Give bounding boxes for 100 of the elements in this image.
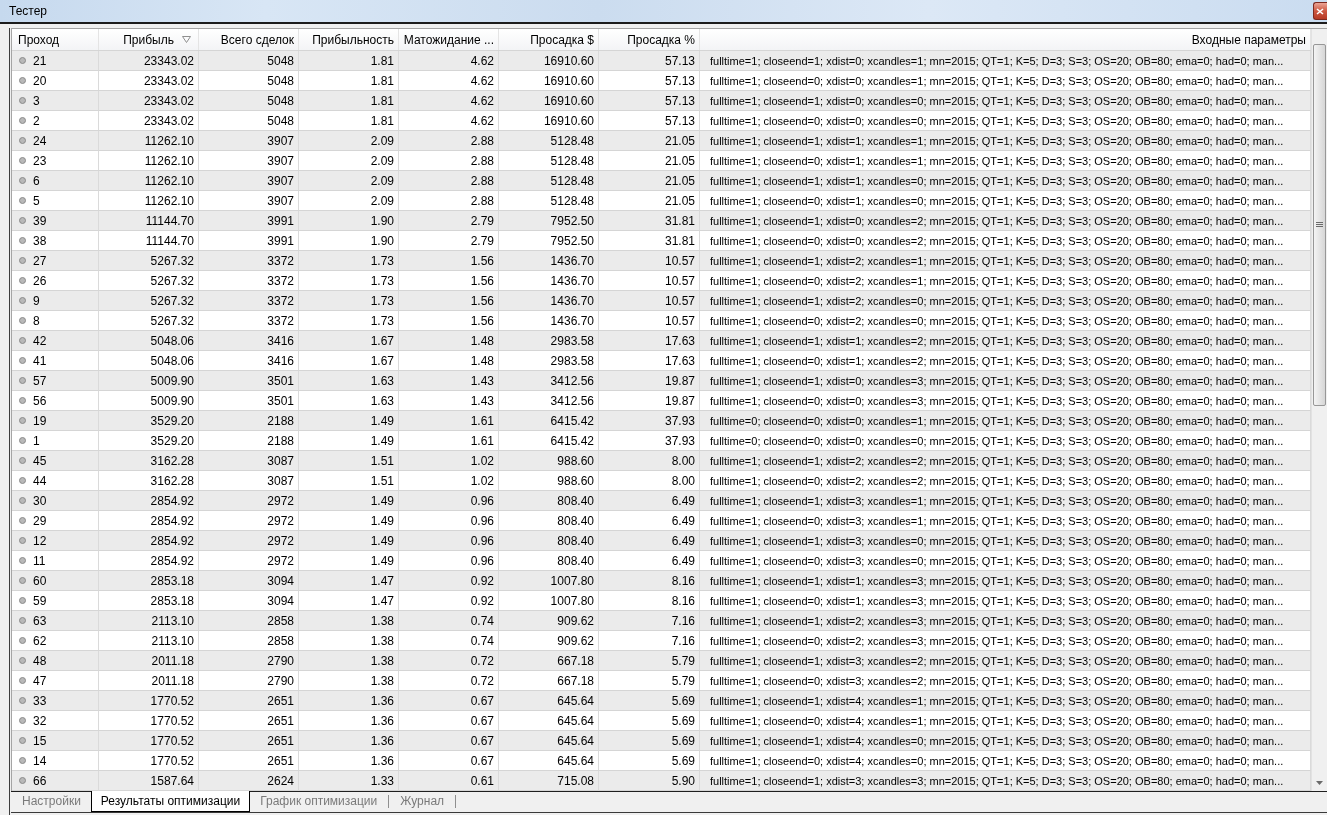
dot-icon [19, 697, 26, 704]
table-cell: 1.73 [299, 311, 399, 331]
table-cell: 57.13 [599, 91, 700, 111]
table-cell: 0.61 [399, 771, 499, 791]
grip-icon [1316, 222, 1323, 228]
tab[interactable]: Настройки [12, 791, 91, 812]
vertical-scrollbar[interactable] [1311, 29, 1327, 791]
table-cell: 645.64 [499, 691, 599, 711]
table-cell: 1.49 [299, 511, 399, 531]
pass-number: 3 [33, 93, 40, 108]
table-cell: 2188 [199, 431, 299, 451]
scroll-down-icon[interactable] [1316, 781, 1323, 785]
dot-icon [19, 397, 26, 404]
pass-number: 2 [33, 113, 40, 128]
table-cell: 7952.50 [499, 231, 599, 251]
table-cell: 5048 [199, 71, 299, 91]
column-header[interactable]: Всего сделок [199, 29, 299, 50]
table-cell: 6.49 [599, 511, 700, 531]
table-cell: fulltime=1; closeend=0; xdist=1; xcandles=2; mn=2015; QT=1; K=5; D=3; S=3; OS=20; OB=80; ema=0; had=0; man... [700, 351, 1311, 371]
table-cell: 2858 [199, 631, 299, 651]
table-cell: fulltime=1; closeend=1; xdist=1; xcandles=0; mn=2015; QT=1; K=5; D=3; S=3; OS=20; OB=80; ema=0; had=0; man... [700, 171, 1311, 191]
table-cell: 16910.60 [499, 71, 599, 91]
table-cell: fulltime=1; closeend=1; xdist=1; xcandles=2; mn=2015; QT=1; K=5; D=3; S=3; OS=20; OB=80; ema=0; had=0; man... [700, 331, 1311, 351]
tab[interactable]: Журнал [390, 791, 458, 812]
table-cell: fulltime=1; closeend=0; xdist=2; xcandles=1; mn=2015; QT=1; K=5; D=3; S=3; OS=20; OB=80; ema=0; had=0; man... [700, 271, 1311, 291]
table-cell: fulltime=1; closeend=0; xdist=0; xcandles=1; mn=2015; QT=1; K=5; D=3; S=3; OS=20; OB=80; ema=0; had=0; man... [700, 71, 1311, 91]
table-cell: 1.47 [299, 571, 399, 591]
table-cell: fulltime=1; closeend=1; xdist=2; xcandles=1; mn=2015; QT=1; K=5; D=3; S=3; OS=20; OB=80; ema=0; had=0; man... [700, 251, 1311, 271]
table-cell: fulltime=1; closeend=0; xdist=1; xcandles=0; mn=2015; QT=1; K=5; D=3; S=3; OS=20; OB=80; ema=0; had=0; man... [700, 191, 1311, 211]
table-cell: 5.69 [599, 751, 700, 771]
tab[interactable]: Результаты оптимизации [90, 791, 251, 812]
column-header[interactable]: Проход [12, 29, 99, 50]
table-cell: 909.62 [499, 631, 599, 651]
column-header[interactable]: Просадка % [599, 29, 700, 50]
table-cell: 5128.48 [499, 151, 599, 171]
pass-number: 41 [33, 353, 47, 368]
table-cell: 1770.52 [99, 691, 199, 711]
table-cell: 1.63 [299, 391, 399, 411]
pass-number: 47 [33, 673, 47, 688]
tab[interactable]: График оптимизации [250, 791, 391, 812]
table-cell: 1.81 [299, 91, 399, 111]
table-cell: 5048 [199, 51, 299, 71]
table-cell: 1.49 [299, 411, 399, 431]
table-cell: 17.63 [599, 351, 700, 371]
dot-icon [19, 137, 26, 144]
column-header[interactable]: Просадка $ [499, 29, 599, 50]
table-cell: 1770.52 [99, 751, 199, 771]
table-cell: 4.62 [399, 91, 499, 111]
table-cell: 2.09 [299, 151, 399, 171]
column-header[interactable]: Прибыльность [299, 29, 399, 50]
table-cell: 3416 [199, 351, 299, 371]
dot-icon [19, 677, 26, 684]
table-cell: 1.67 [299, 331, 399, 351]
table-cell: 5048.06 [99, 351, 199, 371]
table-cell: 1007.80 [499, 571, 599, 591]
table-cell: 0.74 [399, 611, 499, 631]
dot-icon [19, 597, 26, 604]
table-cell: 1.43 [399, 371, 499, 391]
table-cell: fulltime=1; closeend=1; xdist=0; xcandles=3; mn=2015; QT=1; K=5; D=3; S=3; OS=20; OB=80; ema=0; had=0; man... [700, 371, 1311, 391]
pass-number: 20 [33, 73, 47, 88]
table-cell: fulltime=1; closeend=1; xdist=2; xcandles=3; mn=2015; QT=1; K=5; D=3; S=3; OS=20; OB=80; ema=0; had=0; man... [700, 611, 1311, 631]
table-cell: 5.79 [599, 671, 700, 691]
table-cell: 0.67 [399, 691, 499, 711]
pass-number: 1 [33, 433, 40, 448]
table-cell: 6.49 [599, 491, 700, 511]
table-cell: 1.56 [399, 271, 499, 291]
table-cell: 1.48 [399, 351, 499, 371]
table-cell: 16910.60 [499, 51, 599, 71]
pass-number: 59 [33, 593, 47, 608]
dot-icon [19, 417, 26, 424]
table-cell: 0.96 [399, 531, 499, 551]
table-cell: 1.81 [299, 111, 399, 131]
table-cell: 10.57 [599, 251, 700, 271]
pass-number: 33 [33, 693, 47, 708]
dot-icon [19, 297, 26, 304]
table-cell: 23343.02 [99, 51, 199, 71]
table-cell: fulltime=1; closeend=1; xdist=2; xcandles=2; mn=2015; QT=1; K=5; D=3; S=3; OS=20; OB=80; ema=0; had=0; man... [700, 451, 1311, 471]
table-cell: 3087 [199, 451, 299, 471]
close-button[interactable] [1313, 2, 1327, 20]
dot-icon [19, 477, 26, 484]
column-header[interactable]: Прибыль [99, 29, 199, 50]
table-cell: 8.00 [599, 451, 700, 471]
table-cell: 1.47 [299, 591, 399, 611]
table-cell: 5.90 [599, 771, 700, 791]
table-cell: 808.40 [499, 511, 599, 531]
dot-icon [19, 537, 26, 544]
scrollbar-thumb[interactable] [1313, 44, 1326, 406]
table-cell: 3412.56 [499, 391, 599, 411]
table-cell: 5267.32 [99, 291, 199, 311]
table-cell: 5.69 [599, 731, 700, 751]
pass-number: 38 [33, 233, 47, 248]
table-cell: 5009.90 [99, 391, 199, 411]
column-header[interactable]: Матожидание ... [399, 29, 499, 50]
pass-number: 6 [33, 173, 40, 188]
table-cell: 2854.92 [99, 531, 199, 551]
dot-icon [19, 777, 26, 784]
pass-number: 39 [33, 213, 47, 228]
dot-icon [19, 757, 26, 764]
table-cell: 2972 [199, 511, 299, 531]
table-cell: 0.67 [399, 731, 499, 751]
